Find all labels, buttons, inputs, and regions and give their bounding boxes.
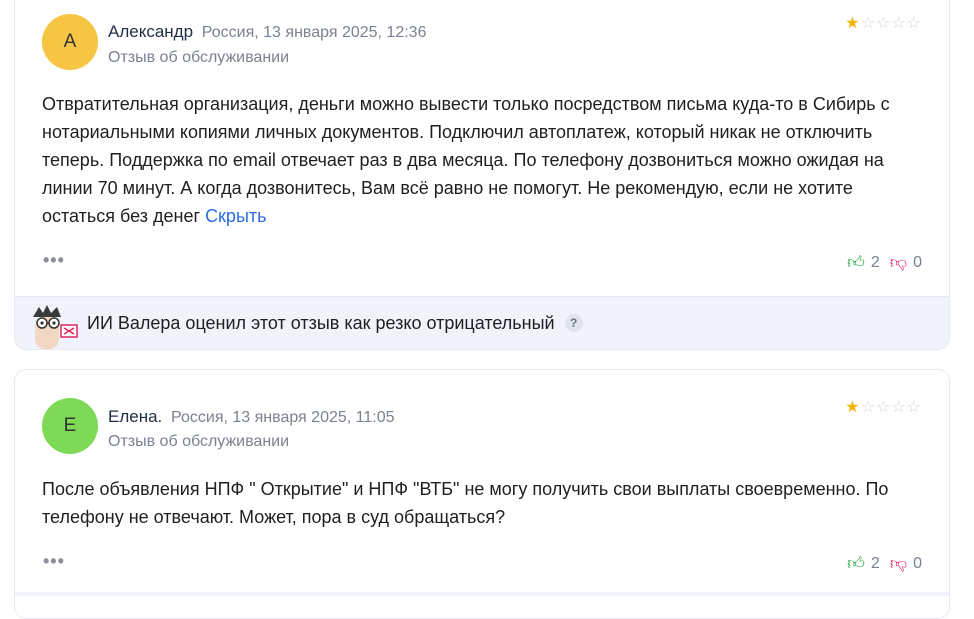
thumbs-up-icon[interactable]: 👍︎ [847,252,865,273]
review-card: Е Елена. Россия, 13 января 2025, 11:05 О… [14,369,950,619]
thumbs-down-icon[interactable]: 👎︎ [890,553,907,574]
ai-mascot-icon [33,305,78,349]
rating-stars: ★☆☆☆☆ [845,397,922,417]
avatar: А [42,14,98,70]
star-empty-icon: ☆☆☆☆ [860,15,922,32]
star-filled-icon: ★ [845,399,861,416]
help-icon[interactable]: ? [564,314,583,332]
review-text-block: После объявления НПФ " Открытие" и НПФ "… [42,475,922,531]
avatar-letter: Е [63,415,77,436]
review-card: А Александр Россия, 13 января 2025, 12:3… [14,0,950,350]
votes: 👍︎ 2 👎︎ 0 [847,553,922,574]
divider [15,592,949,596]
review-text: После объявления НПФ " Открытие" и НПФ "… [42,479,889,527]
more-options-button[interactable]: ••• [43,551,65,572]
avatar-letter: А [63,31,77,52]
likes-count: 2 [870,253,880,271]
rating-stars: ★☆☆☆☆ [845,13,922,33]
avatar: Е [42,398,98,454]
dislikes-count: 0 [913,253,922,271]
author-name[interactable]: Елена. [108,407,162,426]
likes-count: 2 [870,554,880,572]
thumbs-up-icon[interactable]: 👍︎ [847,553,865,574]
ai-assessment-bar: ИИ Валера оценил этот отзыв как резко от… [15,296,949,349]
review-header: Елена. Россия, 13 января 2025, 11:05 [108,407,395,427]
review-meta: Россия, 13 января 2025, 12:36 [201,24,427,41]
star-empty-icon: ☆☆☆☆ [860,399,922,416]
dislikes-count: 0 [913,554,922,572]
ai-assessment: ИИ Валера оценил этот отзыв как резко от… [87,313,583,334]
thumbs-down-icon[interactable]: 👎︎ [890,252,907,273]
review-text: Отвратительная организация, деньги можно… [42,94,890,226]
author-name[interactable]: Александр [108,22,193,41]
hide-link[interactable]: Скрыть [205,206,266,226]
more-options-button[interactable]: ••• [43,250,65,271]
star-filled-icon: ★ [845,15,861,32]
review-text-block: Отвратительная организация, деньги можно… [42,90,922,230]
review-header: Александр Россия, 13 января 2025, 12:36 [108,22,426,42]
ai-assessment-text: ИИ Валера оценил этот отзыв как резко от… [87,312,555,333]
votes: 👍︎ 2 👎︎ 0 [847,252,922,273]
review-meta: Россия, 13 января 2025, 11:05 [171,409,395,426]
review-type: Отзыв об обслуживании [108,49,290,66]
review-type: Отзыв об обслуживании [108,433,290,450]
